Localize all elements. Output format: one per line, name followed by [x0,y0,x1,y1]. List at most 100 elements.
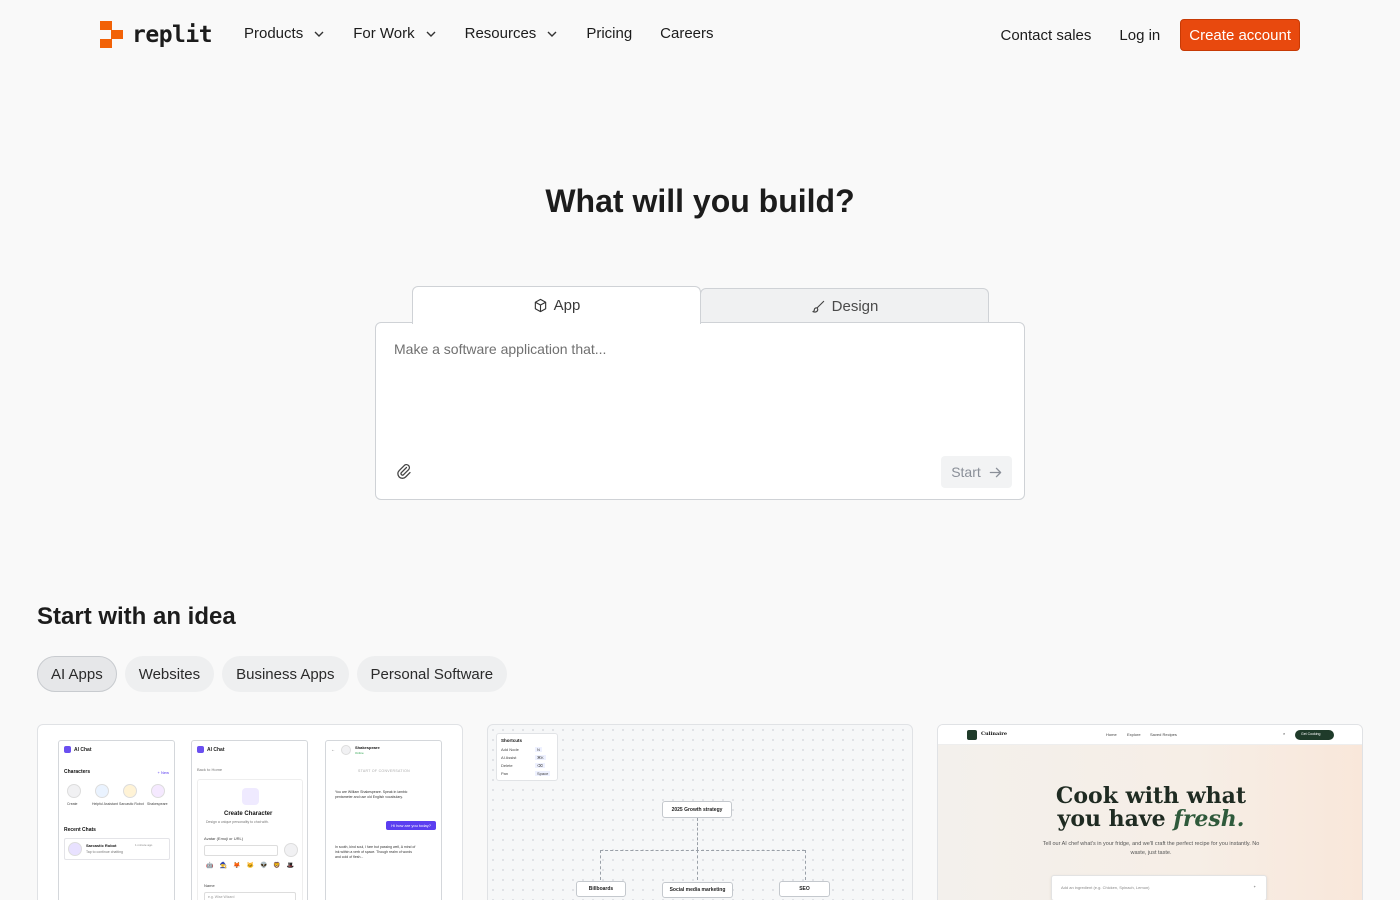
recent-chat-time: 1 minute ago [135,843,153,847]
chip-business-apps[interactable]: Business Apps [222,656,349,692]
recipe-title-line2: you have fresh. [938,806,1362,832]
start-label: Start [951,464,981,480]
recipe-nav: Culinaire Home Explore Saved Recipes ⌕ G… [938,725,1362,745]
recipe-nav-link: Explore [1127,732,1141,737]
nav-link-products[interactable]: Products [244,25,325,42]
shortcut-key: Space [535,771,551,776]
character-avatar [341,745,351,755]
arrow-right-icon [989,467,1002,477]
character-avatar [95,784,109,798]
recent-chat-name: Sarcastic Robot [86,843,117,848]
app-logo-icon [197,746,204,753]
chip-personal-software[interactable]: Personal Software [356,656,508,692]
recipe-title-line2-text: you have [1057,806,1166,832]
avatar-label: Avatar (Emoji or URL) [204,836,244,841]
chat-status: Online [355,751,364,755]
ingredient-placeholder: Add an ingredient (e.g. Chicken, Spinach… [1061,885,1150,890]
system-message: You are William Shakespeare. Speak in ia… [335,790,408,799]
replit-logo[interactable]: replit [100,21,213,48]
idea-card-whiteboard[interactable]: Shortcuts Add Node N AI Assist ⌘K Delete… [487,724,913,900]
search-icon: ⌕ [1283,731,1286,736]
login-link[interactable]: Log in [1119,27,1160,44]
hero-title: What will you build? [545,183,855,219]
nav-link-resources[interactable]: Resources [465,25,559,42]
top-nav: replit Products For Work Resources Prici… [0,0,1400,70]
recipe-subtitle: Tell our AI chef what's in your fridge, … [1042,841,1260,856]
ai-chat-create-screen: AI Chat Back to Home Create Character De… [191,740,308,900]
child-node: Social media marketing [662,882,733,898]
chip-websites[interactable]: Websites [124,656,215,692]
connector-line [697,818,698,850]
get-cooking-label: Get Cooking [1301,732,1321,736]
nav-link-pricing[interactable]: Pricing [586,25,632,42]
nav-link-for-work[interactable]: For Work [353,25,436,42]
prompt-input[interactable] [394,341,994,357]
tab-label: App [553,297,581,314]
back-arrow-icon: ← [331,747,335,752]
create-subtitle: Design a unique personality to chat with… [206,820,269,824]
new-character-link: + New [157,770,169,775]
character-name: Create [67,802,78,806]
character-name: Shakespeare [147,802,168,806]
create-form: Create Character Design a unique persona… [197,779,303,900]
idea-card-recipe[interactable]: Culinaire Home Explore Saved Recipes ⌕ G… [937,724,1363,900]
app-name: AI Chat [74,746,92,753]
app-name: AI Chat [207,746,225,753]
brush-icon [811,300,824,313]
paperclip-icon[interactable] [396,463,412,479]
characters-label: Characters [64,769,91,775]
character-name: Helpful Assistant [92,802,118,806]
shortcut-action: Add Node [501,747,519,752]
app-logo-icon [64,746,71,753]
character-avatar [68,842,82,856]
shortcuts-title: Shortcuts [501,738,523,743]
avatar-input [204,845,278,856]
mode-tabs: App Design [412,286,990,324]
shortcut-action: Delete [501,763,513,768]
connector-line [697,850,698,880]
back-link: Back to Home [197,767,223,772]
cube-icon [534,298,546,313]
shortcuts-panel: Shortcuts Add Node N AI Assist ⌘K Delete… [496,733,558,781]
logo-wordmark: replit [132,21,213,48]
conversation-start-label: START OF CONVERSATION [358,769,410,773]
contact-sales-link[interactable]: Contact sales [1001,27,1092,44]
get-cooking-button: Get Cooking [1295,730,1334,740]
plus-icon: + [1253,884,1256,889]
recipe-nav-link: Saved Recipes [1150,732,1177,737]
recipe-nav-link: Home [1106,732,1117,737]
root-node: 2025 Growth strategy [662,801,732,818]
shortcut-key: N [535,747,542,752]
recent-chat-row: Sarcastic Robot 1 minute ago Tap to cont… [64,838,170,860]
start-button[interactable]: Start [941,456,1012,488]
tab-design[interactable]: Design [700,288,989,323]
chip-ai-apps[interactable]: AI Apps [37,656,117,692]
chevron-down-icon [314,31,324,37]
sparkle-icon [242,788,259,805]
idea-category-chips: AI Apps Websites Business Apps Personal … [37,656,508,692]
name-placeholder: e.g. Wise Wizard [208,895,235,899]
nav-link-label: Pricing [586,25,633,42]
recipe-brand: Culinaire [981,731,1008,737]
tab-app[interactable]: App [412,286,701,324]
child-node: Billboards [576,881,626,897]
nav-link-label: Products [244,25,304,42]
shortcut-key: ⌘K [535,755,546,760]
replit-logo-icon [100,21,123,48]
recipe-hero-title: Cook with what you have fresh. [938,783,1362,832]
character-name: Sarcastic Robot [119,802,144,806]
nav-link-careers[interactable]: Careers [660,25,713,42]
child-node: SEO [779,881,830,897]
chat-name: Shakespeare [355,745,380,750]
create-account-button[interactable]: Create account [1180,19,1300,51]
user-message: Hi how are you today? [386,821,436,830]
recipe-title-emphasis: fresh. [1173,806,1245,832]
recipe-title-line1: Cook with what [1055,783,1247,809]
character-avatar [151,784,165,798]
nav-link-label: For Work [353,25,415,42]
idea-card-ai-chat[interactable]: AI Chat Characters + New Create Helpful … [37,724,463,900]
chevron-down-icon [426,31,436,37]
tab-label: Design [831,297,879,315]
assistant-message: In sooth, kind soul, I fare but passing … [335,845,416,859]
ai-chat-conversation-screen: ← Shakespeare Online START OF CONVERSATI… [325,740,442,900]
